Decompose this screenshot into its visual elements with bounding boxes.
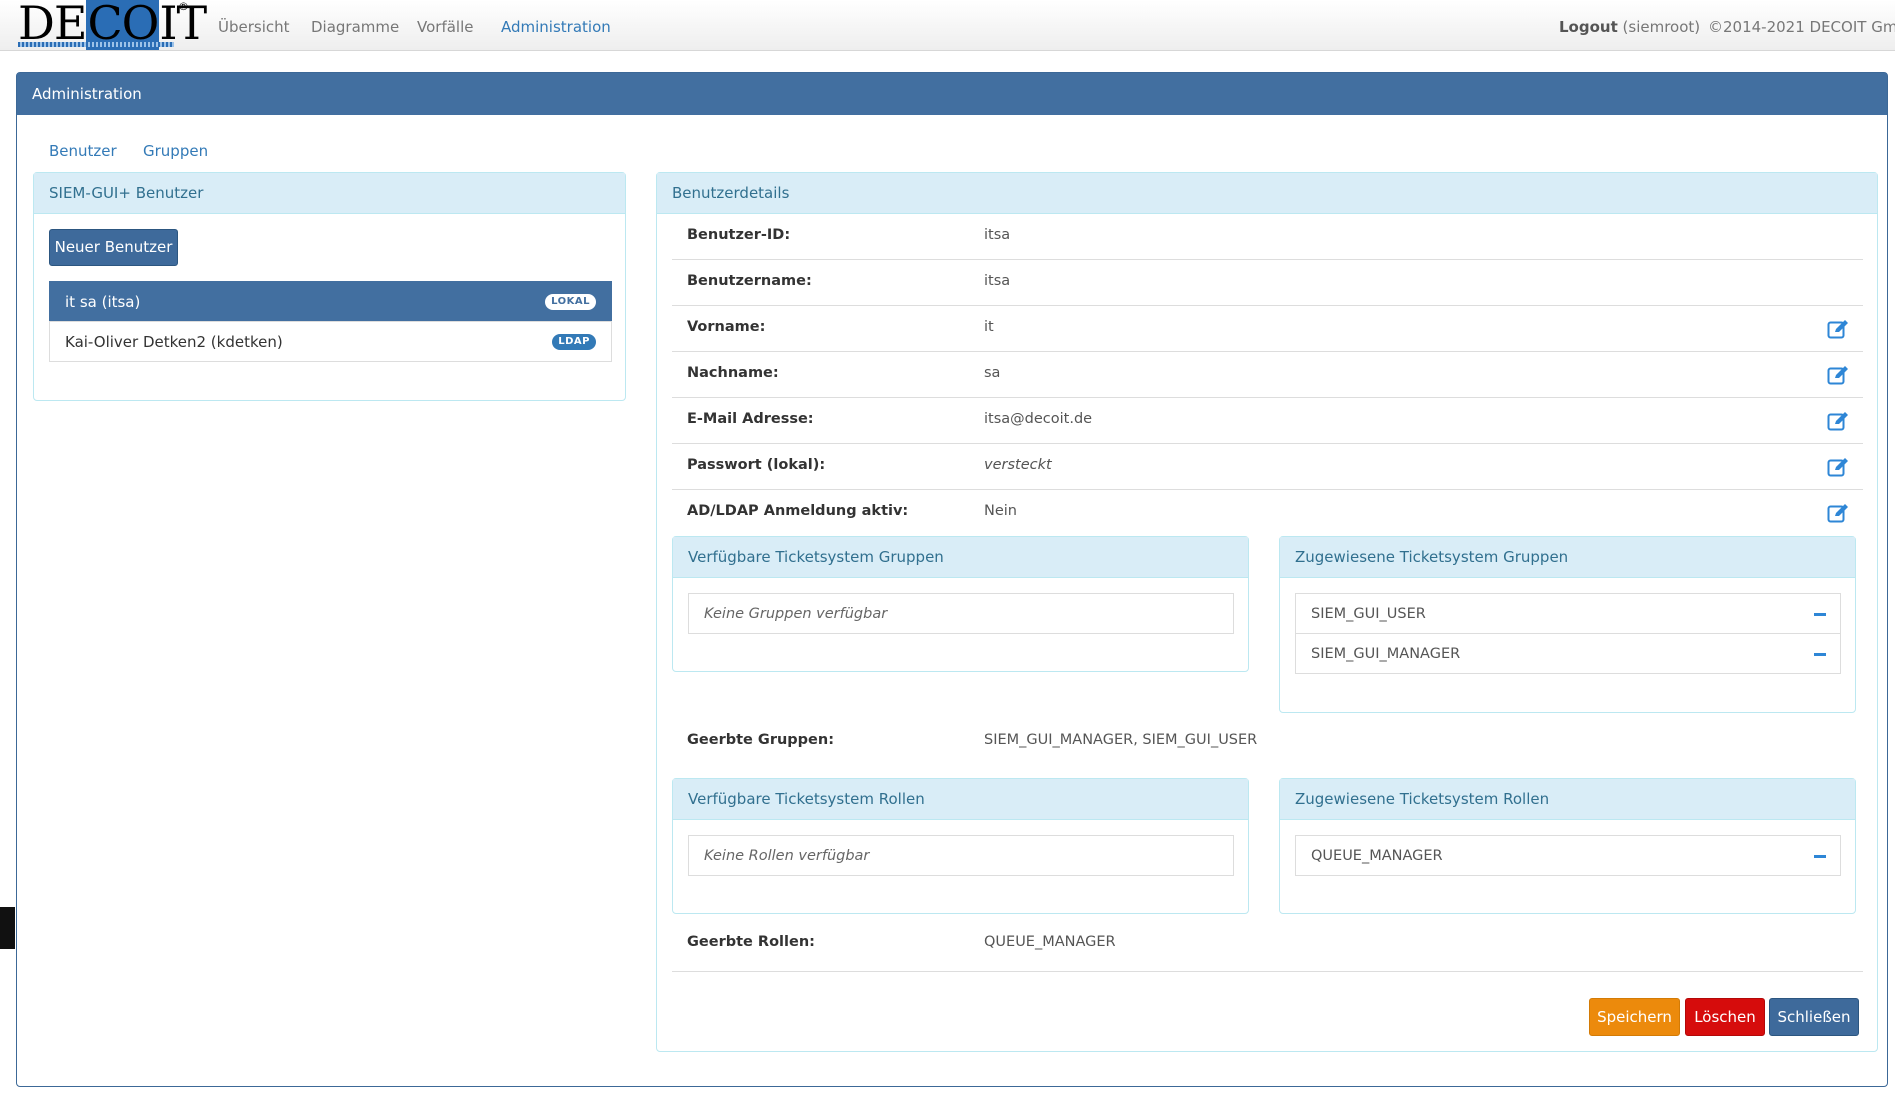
- delete-button[interactable]: Löschen: [1685, 998, 1765, 1036]
- detail-value: itsa: [984, 273, 1011, 289]
- detail-value: versteckt: [984, 457, 1052, 473]
- detail-row-username: Benutzername: itsa: [672, 260, 1863, 306]
- nav-diagramme[interactable]: Diagramme: [311, 18, 399, 36]
- tab-gruppen[interactable]: Gruppen: [143, 142, 208, 160]
- new-user-button[interactable]: Neuer Benutzer: [49, 229, 178, 266]
- user-type-badge: LDAP: [552, 334, 596, 350]
- available-groups-panel: Verfügbare Ticketsystem Gruppen Keine Gr…: [672, 536, 1249, 672]
- detail-label: E-Mail Adresse:: [687, 411, 814, 427]
- assigned-group-item: SIEM_GUI_MANAGER: [1295, 633, 1841, 674]
- edit-icon[interactable]: [1827, 365, 1849, 385]
- detail-row-user-id: Benutzer-ID: itsa: [672, 214, 1863, 260]
- nav-vorfaelle[interactable]: Vorfälle: [417, 18, 473, 36]
- assigned-role-item: QUEUE_MANAGER: [1295, 835, 1841, 876]
- empty-roles-placeholder: Keine Rollen verfügbar: [688, 835, 1234, 876]
- user-name: it sa (itsa): [65, 293, 141, 311]
- remove-minus-icon[interactable]: [1814, 613, 1826, 616]
- left-edge-marker: [0, 907, 15, 949]
- user-details-panel: Benutzerdetails Benutzer-ID: itsa Benutz…: [656, 172, 1878, 1052]
- empty-groups-placeholder: Keine Gruppen verfügbar: [688, 593, 1234, 634]
- details-panel-title: Benutzerdetails: [657, 173, 1877, 214]
- user-name: Kai-Oliver Detken2 (kdetken): [65, 333, 283, 351]
- detail-value: itsa@decoit.de: [984, 411, 1093, 427]
- detail-value: QUEUE_MANAGER: [984, 934, 1116, 950]
- users-panel-title: SIEM-GUI+ Benutzer: [34, 173, 625, 214]
- detail-label: Vorname:: [687, 319, 766, 335]
- detail-value: sa: [984, 365, 1001, 381]
- logo-binary-strip: [18, 42, 174, 47]
- edit-icon[interactable]: [1827, 503, 1849, 523]
- user-type-badge: LOKAL: [545, 294, 596, 310]
- administration-panel: Administration Benutzer Gruppen SIEM-GUI…: [16, 72, 1888, 1087]
- logout-link[interactable]: Logout (siemroot): [1559, 18, 1700, 36]
- close-button[interactable]: Schließen: [1769, 998, 1859, 1036]
- edit-icon[interactable]: [1827, 457, 1849, 477]
- detail-label: AD/LDAP Anmeldung aktiv:: [687, 503, 909, 519]
- detail-row-ldap: AD/LDAP Anmeldung aktiv: Nein: [672, 490, 1863, 536]
- save-button[interactable]: Speichern: [1589, 998, 1680, 1036]
- detail-row-firstname: Vorname: it: [672, 306, 1863, 352]
- remove-minus-icon[interactable]: [1814, 855, 1826, 858]
- inherited-groups-row: Geerbte Gruppen: SIEM_GUI_MANAGER, SIEM_…: [672, 713, 1863, 759]
- detail-row-lastname: Nachname: sa: [672, 352, 1863, 398]
- panel-title: Administration: [17, 73, 1887, 115]
- available-groups-title: Verfügbare Ticketsystem Gruppen: [673, 537, 1248, 578]
- decoit-logo[interactable]: DECOIT ®: [16, 0, 207, 50]
- remove-minus-icon[interactable]: [1814, 653, 1826, 656]
- detail-label: Benutzername:: [687, 273, 812, 289]
- available-roles-title: Verfügbare Ticketsystem Rollen: [673, 779, 1248, 820]
- edit-icon[interactable]: [1827, 319, 1849, 339]
- assigned-roles-panel: Zugewiesene Ticketsystem Rollen QUEUE_MA…: [1279, 778, 1856, 914]
- assigned-roles-title: Zugewiesene Ticketsystem Rollen: [1280, 779, 1855, 820]
- assigned-group-item: SIEM_GUI_USER: [1295, 593, 1841, 634]
- assigned-groups-title: Zugewiesene Ticketsystem Gruppen: [1280, 537, 1855, 578]
- registered-mark: ®: [178, 0, 189, 13]
- detail-value: Nein: [984, 503, 1017, 519]
- user-list-item[interactable]: Kai-Oliver Detken2 (kdetken) LDAP: [49, 321, 612, 362]
- detail-value: itsa: [984, 227, 1011, 243]
- navbar: DECOIT ® Übersicht Diagramme Vorfälle Ad…: [0, 0, 1895, 51]
- detail-label: Passwort (lokal):: [687, 457, 826, 473]
- detail-label: Geerbte Rollen:: [687, 934, 815, 950]
- edit-icon[interactable]: [1827, 411, 1849, 431]
- detail-label: Benutzer-ID:: [687, 227, 791, 243]
- detail-value: SIEM_GUI_MANAGER, SIEM_GUI_USER: [984, 732, 1258, 748]
- detail-value: it: [984, 319, 994, 335]
- detail-row-email: E-Mail Adresse: itsa@decoit.de: [672, 398, 1863, 444]
- copyright: ©2014-2021 DECOIT GmbH: [1708, 18, 1895, 36]
- tab-benutzer[interactable]: Benutzer: [49, 142, 117, 160]
- user-list-item[interactable]: it sa (itsa) LOKAL: [49, 281, 612, 322]
- users-panel: SIEM-GUI+ Benutzer Neuer Benutzer it sa …: [33, 172, 626, 401]
- inherited-roles-row: Geerbte Rollen: QUEUE_MANAGER: [672, 914, 1863, 972]
- available-roles-panel: Verfügbare Ticketsystem Rollen Keine Rol…: [672, 778, 1249, 914]
- detail-row-password: Passwort (lokal): versteckt: [672, 444, 1863, 490]
- detail-label: Nachname:: [687, 365, 779, 381]
- assigned-groups-panel: Zugewiesene Ticketsystem Gruppen SIEM_GU…: [1279, 536, 1856, 713]
- nav-administration[interactable]: Administration: [501, 18, 611, 36]
- nav-uebersicht[interactable]: Übersicht: [218, 18, 290, 36]
- detail-label: Geerbte Gruppen:: [687, 732, 835, 748]
